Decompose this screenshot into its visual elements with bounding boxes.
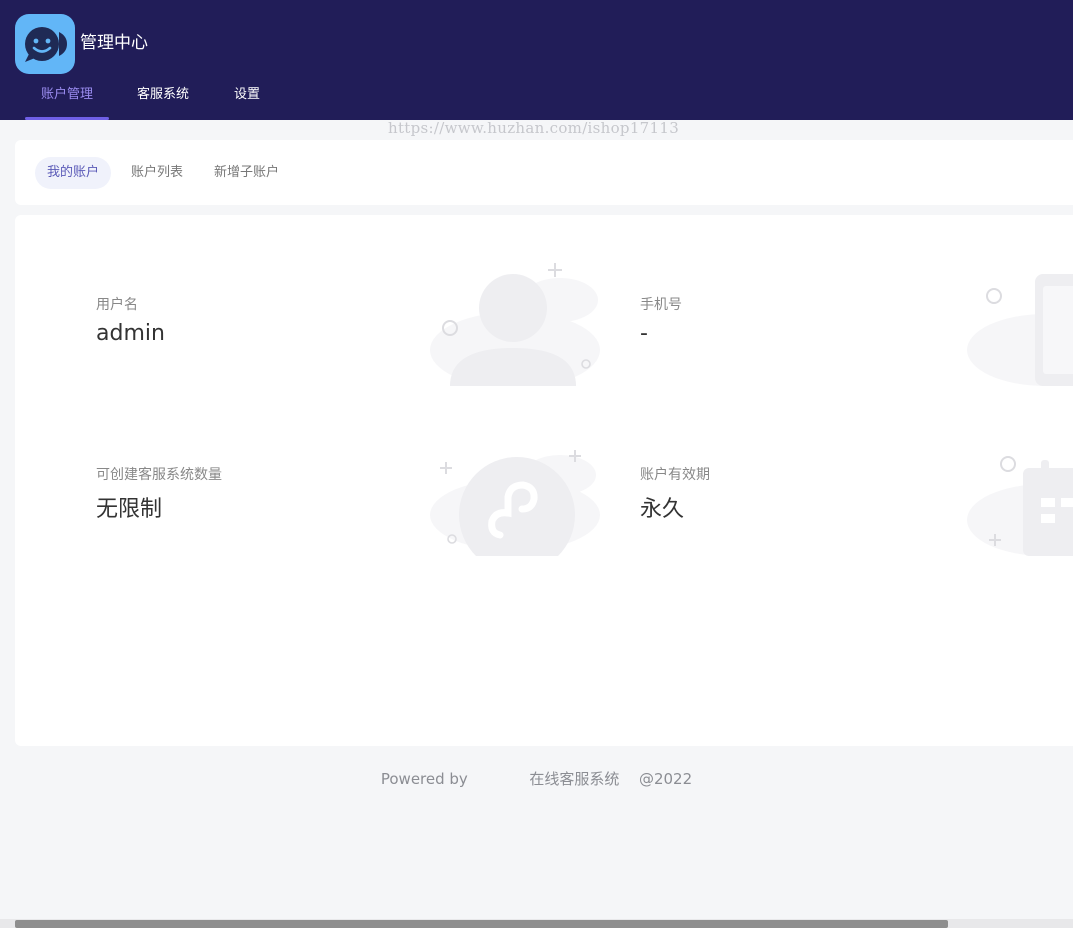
phone-label: 手机号 [640,297,682,313]
nav-customer-service-system[interactable]: 客服系统 [137,76,189,120]
footer-year: @2022 [638,770,693,788]
username-label: 用户名 [96,297,138,313]
subtab-add-sub-account[interactable]: 新增子账户 [202,157,291,189]
quota-label: 可创建客服系统数量 [96,467,222,483]
mini-program-icon [430,450,600,556]
username-value: admin [96,321,165,346]
top-header: 管理中心 账户管理 客服系统 设置 [0,0,1073,120]
calendar-icon [967,456,1073,556]
account-subtabs: 我的账户 账户列表 新增子账户 [15,140,1073,205]
app-title: 管理中心 [80,33,148,53]
subtab-my-account[interactable]: 我的账户 [35,157,112,189]
account-info-card: 用户名 admin 手机号 - 可创建客服系统数量 无限制 账户有效期 永久 [15,215,1073,746]
nav-account-management[interactable]: 账户管理 [25,76,110,120]
nav-settings[interactable]: 设置 [234,76,260,120]
subtab-account-list[interactable]: 账户列表 [119,157,195,189]
footer-product-link[interactable]: 在线客服系统 [529,770,619,788]
user-icon [430,263,600,386]
validity-label: 账户有效期 [640,467,710,483]
chat-smile-icon[interactable] [15,14,75,74]
scrollbar-thumb[interactable] [15,920,948,928]
phone-icon [967,274,1073,386]
phone-value: - [640,321,648,346]
footer-powered-by: Powered by [380,770,468,788]
quota-value: 无限制 [96,497,163,522]
page-footer: Powered by 在线客服系统 @2022 [0,768,1073,789]
horizontal-scrollbar[interactable] [0,919,1073,928]
watermark-text: https://www.huzhan.com/ishop17113 [388,119,680,137]
validity-value: 永久 [640,497,685,522]
